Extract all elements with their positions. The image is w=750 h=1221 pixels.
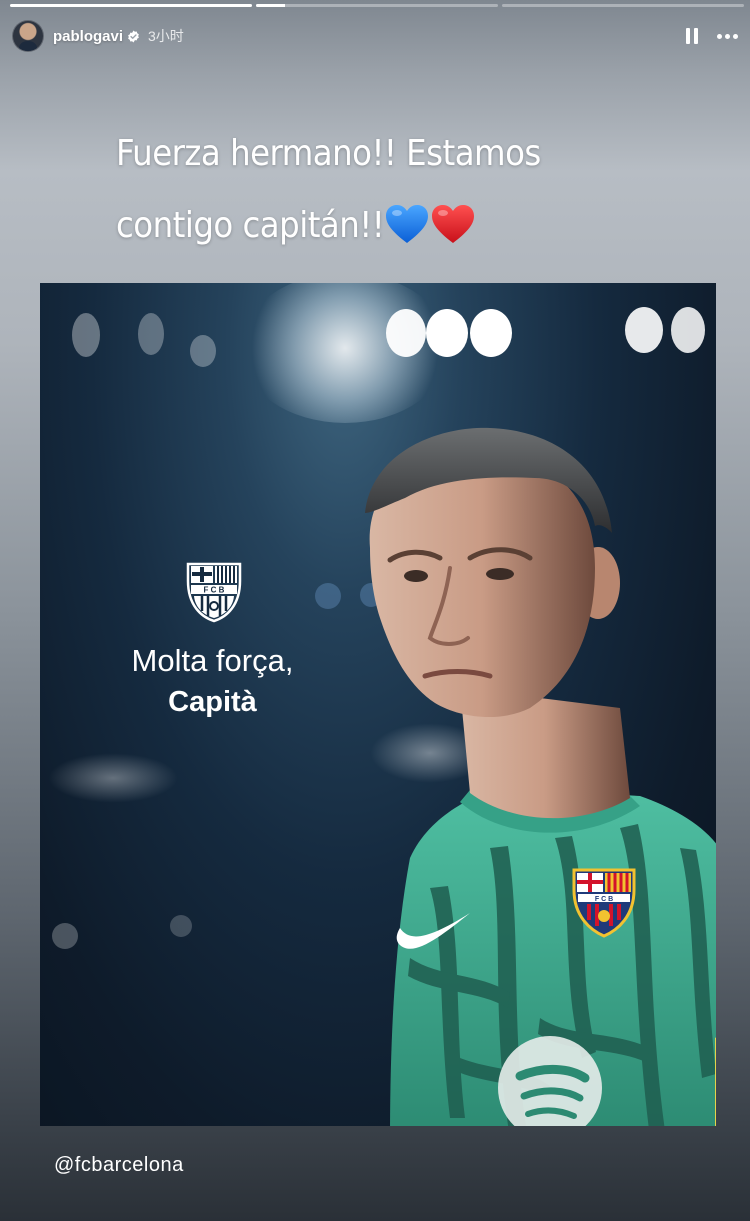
bokeh-light xyxy=(52,923,78,949)
caption-line-2-text: contigo capitán!! xyxy=(116,205,385,246)
mention-tag[interactable]: @fcbarcelona xyxy=(54,1154,184,1177)
more-options-icon[interactable] xyxy=(717,33,738,39)
svg-text:F C B: F C B xyxy=(595,896,613,903)
verified-badge-icon xyxy=(128,30,139,42)
bokeh-light xyxy=(315,583,341,609)
stadium-light xyxy=(72,313,100,357)
progress-segment xyxy=(502,4,744,7)
caption-line-1: Fuerza hermano!! Estamos xyxy=(116,133,541,174)
caption-line-2: contigo capitán!! xyxy=(116,190,616,262)
story-username[interactable]: pablogavi xyxy=(53,28,123,45)
stadium-light xyxy=(671,307,705,353)
fc-barcelona-crest-icon: F C B xyxy=(186,562,242,623)
story-caption: Fuerza hermano!! Estamos contigo capitán… xyxy=(116,118,616,262)
shared-post-image[interactable]: F C B Molta força, Capità F C B xyxy=(40,283,716,1126)
stadium-light xyxy=(138,313,164,355)
blue-heart-icon xyxy=(386,205,429,243)
red-heart-icon xyxy=(432,205,475,243)
stadium-light xyxy=(426,309,468,357)
goalkeeper-figure: F C B xyxy=(365,427,716,1126)
poster-text-line-1: Molta força, xyxy=(131,643,294,678)
bokeh-light xyxy=(170,915,192,937)
story-progress-bars xyxy=(10,4,744,7)
svg-text:F C B: F C B xyxy=(204,586,225,595)
stadium-light xyxy=(625,307,663,353)
user-avatar[interactable] xyxy=(12,20,44,52)
bokeh-light xyxy=(48,753,178,803)
pause-icon[interactable] xyxy=(685,28,699,44)
story-timestamp: 3小时 xyxy=(148,28,184,44)
poster-text-line-2: Capità xyxy=(168,686,257,718)
stadium-glow xyxy=(240,283,450,423)
progress-segment xyxy=(10,4,252,7)
story-viewer[interactable]: pablogavi 3小时 Fuerza hermano!! Estamos c… xyxy=(0,0,750,1221)
stadium-light xyxy=(470,309,512,357)
progress-segment-current xyxy=(256,4,498,7)
story-header: pablogavi 3小时 xyxy=(12,18,738,54)
stadium-light xyxy=(190,335,216,367)
stadium-light xyxy=(386,309,426,357)
